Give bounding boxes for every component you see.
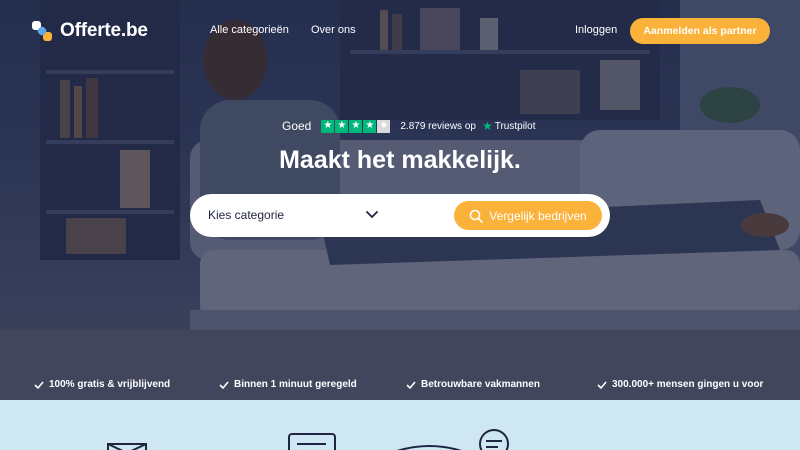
chevron-down-icon[interactable] bbox=[365, 208, 379, 222]
trustpilot-logo: ★ Trustpilot bbox=[482, 119, 536, 133]
search-icon bbox=[469, 209, 484, 223]
nav-link-login[interactable]: Inloggen bbox=[575, 24, 617, 36]
site-logo[interactable]: Offerte.be bbox=[30, 19, 148, 43]
check-icon bbox=[219, 380, 229, 389]
how-it-works-section bbox=[0, 400, 800, 450]
usp-item: Binnen 1 minuut geregeld bbox=[219, 379, 357, 390]
star-icon: ★ bbox=[335, 119, 349, 133]
partner-signup-button[interactable]: Aanmelden als partner bbox=[630, 18, 770, 44]
nav-link-categories[interactable]: Alle categorieën bbox=[210, 24, 289, 36]
illustration-envelope-icon bbox=[107, 429, 509, 450]
check-icon bbox=[34, 380, 44, 389]
rating-word: Goed bbox=[282, 119, 312, 133]
compare-button-label: Vergelijk bedrijven bbox=[489, 208, 587, 223]
trustpilot-label: Trustpilot bbox=[494, 120, 536, 132]
star-icon: ★ bbox=[321, 119, 335, 133]
star-empty-icon: ★ bbox=[377, 119, 391, 133]
check-icon bbox=[406, 380, 416, 389]
star-icon: ★ bbox=[363, 119, 377, 133]
usp-item: 100% gratis & vrijblijvend bbox=[34, 379, 170, 390]
hero-headline: Maakt het makkelijk. bbox=[279, 146, 521, 174]
rating-stars: ★ ★ ★ ★ ★ bbox=[321, 119, 391, 133]
trustpilot-rating[interactable]: Goed ★ ★ ★ ★ ★ 2.879 reviews op ★ Trustp… bbox=[282, 119, 536, 133]
trustpilot-star-icon: ★ bbox=[481, 119, 493, 133]
star-icon: ★ bbox=[349, 119, 363, 133]
usp-label: Betrouwbare vakmannen bbox=[421, 379, 540, 390]
review-count: 2.879 reviews op bbox=[400, 120, 476, 132]
logo-mark-icon bbox=[32, 21, 52, 41]
top-navigation: Offerte.be Alle categorieën Over ons Inl… bbox=[0, 0, 800, 62]
usp-item: Betrouwbare vakmannen bbox=[406, 379, 540, 390]
usp-label: 100% gratis & vrijblijvend bbox=[49, 379, 171, 390]
nav-link-about[interactable]: Over ons bbox=[311, 24, 356, 36]
usp-item: 300.000+ mensen gingen u voor bbox=[597, 379, 763, 390]
usp-label: 300.000+ mensen gingen u voor bbox=[612, 379, 764, 390]
logo-text: Offerte.be bbox=[60, 20, 148, 41]
compare-companies-button[interactable]: Vergelijk bedrijven bbox=[454, 201, 602, 230]
usp-label: Binnen 1 minuut geregeld bbox=[234, 379, 357, 390]
category-select[interactable]: Kies categorie bbox=[208, 208, 284, 222]
check-icon bbox=[597, 380, 607, 389]
